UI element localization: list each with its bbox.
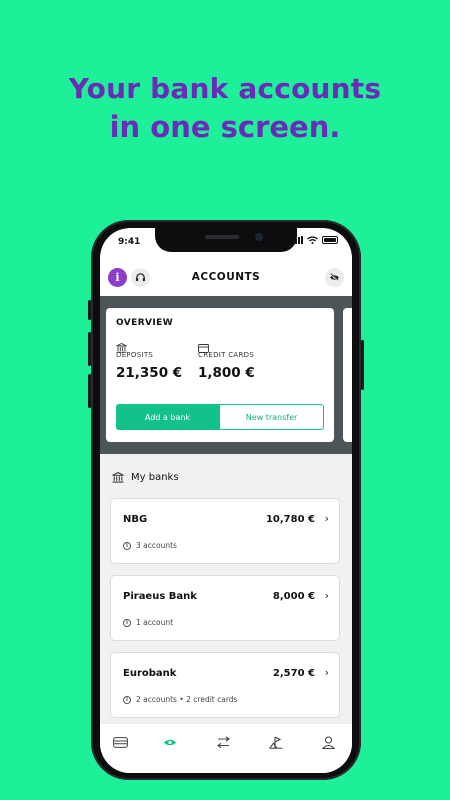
bank-accounts-count: 1 account	[136, 618, 174, 627]
bank-name: Eurobank	[123, 668, 177, 679]
tab-profile[interactable]	[318, 734, 338, 750]
credit-cards-label: CREDIT CARDS	[198, 351, 255, 359]
bank-card-piraeus[interactable]: Piraeus Bank 8,000 € › i 1 account	[110, 575, 340, 641]
credit-cards-summary: CREDIT CARDS 1,800 €	[198, 338, 280, 381]
bank-name: NBG	[123, 514, 148, 525]
tab-transfers[interactable]	[213, 734, 233, 750]
status-time: 9:41	[118, 237, 141, 247]
headline-line-1: Your bank accounts	[68, 72, 382, 105]
info-icon: i	[123, 695, 131, 704]
overview-actions: Add a bank New transfer	[116, 404, 324, 430]
phone-volume-down	[88, 374, 91, 408]
bank-amount: 8,000 €	[272, 591, 315, 602]
tab-wallet[interactable]	[110, 734, 130, 750]
chevron-right-icon: ›	[324, 589, 329, 602]
bank-subtitle: i 1 account	[123, 618, 173, 627]
speaker-grille	[205, 235, 239, 239]
bank-card-eurobank[interactable]: Eurobank 2,570 € › i 2 accounts • 2 cred…	[110, 652, 340, 718]
overview-title: OVERVIEW	[116, 318, 174, 328]
profile-icon	[321, 735, 335, 749]
my-banks-header: My banks	[112, 472, 179, 483]
eye-off-icon	[329, 273, 340, 282]
tab-goals[interactable]	[266, 734, 286, 750]
phone-volume-up	[88, 332, 91, 366]
my-banks-title: My banks	[131, 472, 179, 483]
bank-name: Piraeus Bank	[123, 591, 197, 602]
chevron-right-icon: ›	[324, 666, 329, 679]
notch	[155, 228, 297, 252]
app-bar: i ACCOUNTS	[100, 262, 352, 294]
phone-power-button	[361, 340, 364, 390]
bank-subtitle: i 2 accounts • 2 credit cards	[123, 695, 237, 704]
status-icons	[292, 236, 338, 244]
phone-mute-switch	[88, 300, 91, 320]
bank-accounts-count: 2 accounts • 2 credit cards	[136, 695, 238, 704]
deposits-label: DEPOSITS	[116, 351, 154, 359]
hide-balances-button[interactable]	[325, 268, 344, 287]
wifi-icon	[307, 236, 318, 244]
bank-card-nbg[interactable]: NBG 10,780 € › i 3 accounts	[110, 498, 340, 564]
overview-carousel[interactable]: OVERVIEW DEPOSITS 21,350 € CREDIT CARDS …	[100, 296, 352, 454]
headline-line-2: in one screen.	[109, 110, 341, 144]
bank-subtitle: i 3 accounts	[123, 541, 177, 550]
my-banks-section: My banks NBG 10,780 € › i 3 accounts Pir…	[100, 454, 352, 724]
deposits-value: 21,350 €	[116, 365, 183, 381]
deposits-summary: DEPOSITS 21,350 €	[116, 338, 198, 381]
eye-icon	[163, 739, 177, 745]
overview-card: OVERVIEW DEPOSITS 21,350 € CREDIT CARDS …	[106, 308, 334, 442]
bank-amount: 2,570 €	[272, 668, 315, 679]
tab-accounts[interactable]	[160, 734, 180, 750]
phone-frame: 9:41 i ACCOUNTS OVERVIEW DEPOSITS 21,350…	[88, 220, 364, 780]
flag-icon	[269, 736, 283, 749]
page-title: ACCOUNTS	[191, 271, 261, 283]
battery-icon	[322, 236, 338, 244]
new-transfer-button[interactable]: New transfer	[219, 404, 324, 430]
bank-accounts-count: 3 accounts	[136, 541, 177, 550]
add-bank-button[interactable]: Add a bank	[116, 404, 219, 430]
bank-icon	[112, 472, 124, 483]
next-overview-card-peek[interactable]	[343, 308, 352, 442]
transfer-icon	[216, 735, 230, 748]
bank-amount: 10,780 €	[265, 514, 315, 525]
wallet-icon	[112, 736, 128, 748]
bottom-tab-bar	[100, 723, 352, 773]
front-camera	[255, 233, 263, 241]
credit-cards-value: 1,800 €	[198, 365, 255, 381]
phone-screen: 9:41 i ACCOUNTS OVERVIEW DEPOSITS 21,350…	[100, 228, 352, 773]
info-icon: i	[123, 541, 131, 550]
info-icon: i	[123, 618, 131, 627]
chevron-right-icon: ›	[324, 512, 329, 525]
